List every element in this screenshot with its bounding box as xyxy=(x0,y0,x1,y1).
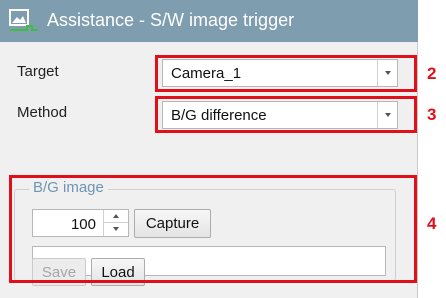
callout-number: 2 xyxy=(427,64,437,83)
highlight-box-4 xyxy=(9,175,417,283)
callout-number: 4 xyxy=(427,214,437,233)
highlight-box-2 xyxy=(155,55,417,92)
highlight-box-3 xyxy=(155,96,417,133)
title-bar: Assistance - S/W image trigger xyxy=(0,0,418,42)
callout-number: 3 xyxy=(427,105,437,124)
window-title: Assistance - S/W image trigger xyxy=(47,10,295,30)
method-label: Method xyxy=(17,104,68,121)
image-trigger-icon xyxy=(9,9,38,31)
target-label: Target xyxy=(17,63,59,80)
